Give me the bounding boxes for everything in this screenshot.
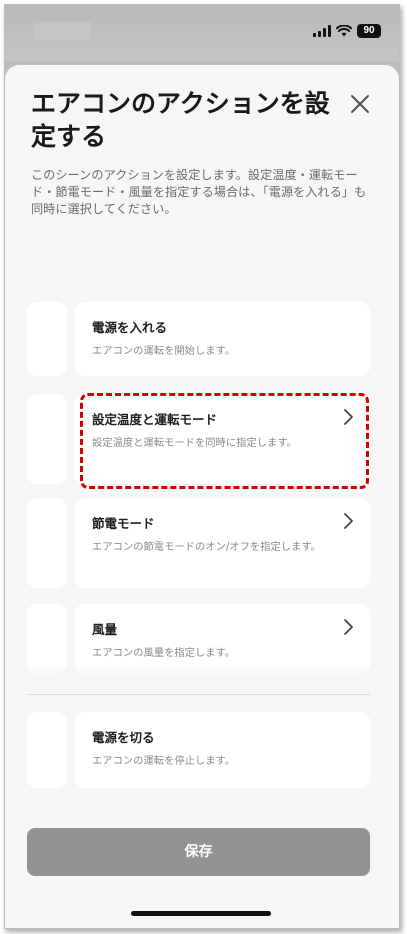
action-title: 風量 [92,622,118,637]
action-description: エアコンの風量を指定します。 [92,647,236,659]
action-title: 電源を切る [92,730,155,745]
checkbox-area[interactable] [27,712,67,788]
close-icon[interactable] [349,93,371,115]
chevron-right-icon [344,409,353,425]
checkbox-area[interactable] [27,394,67,484]
checkbox-area[interactable] [27,498,67,588]
action-title: 節電モード [92,516,155,531]
status-bar: 90 [5,5,399,61]
action-description: エアコンの運転を停止します。 [92,755,236,767]
wifi-icon [336,25,352,37]
action-card-power-saving[interactable]: 節電モード エアコンの節電モードのオン/オフを指定します。 [75,498,370,588]
sheet-title: エアコンのアクションを設定する [31,89,330,151]
divider [27,694,370,695]
action-card-power-on[interactable]: 電源を入れる エアコンの運転を開始します。 [75,302,370,376]
action-description: エアコンの節電モードのオン/オフを指定します。 [92,541,321,553]
sheet-description: このシーンのアクションを設定します。設定温度・運転モード・節電モード・風量を指定… [31,168,367,216]
battery-icon: 90 [357,24,381,38]
action-description: エアコンの運転を開始します。 [92,345,236,357]
cellular-signal-icon [313,25,331,37]
scroll-fade [5,662,399,682]
phone-screen: 90 エアコンのアクションを設定する このシーンのアクションを設定します。設定温… [4,4,400,929]
chevron-right-icon [344,619,353,635]
action-title: 設定温度と運転モード [92,412,218,427]
status-time-blurred [33,21,91,41]
action-card-power-off[interactable]: 電源を切る エアコンの運転を停止します。 [75,712,370,788]
action-title: 電源を入れる [92,320,168,335]
action-card-temp-mode[interactable]: 設定温度と運転モード 設定温度と運転モードを同時に指定します。 [75,394,370,484]
status-icons: 90 [313,24,381,38]
save-button[interactable]: 保存 [27,828,370,876]
action-description: 設定温度と運転モードを同時に指定します。 [92,437,297,449]
home-indicator [131,911,271,916]
action-settings-sheet: エアコンのアクションを設定する このシーンのアクションを設定します。設定温度・運… [5,65,399,928]
chevron-right-icon [344,513,353,529]
checkbox-area[interactable] [27,302,67,376]
